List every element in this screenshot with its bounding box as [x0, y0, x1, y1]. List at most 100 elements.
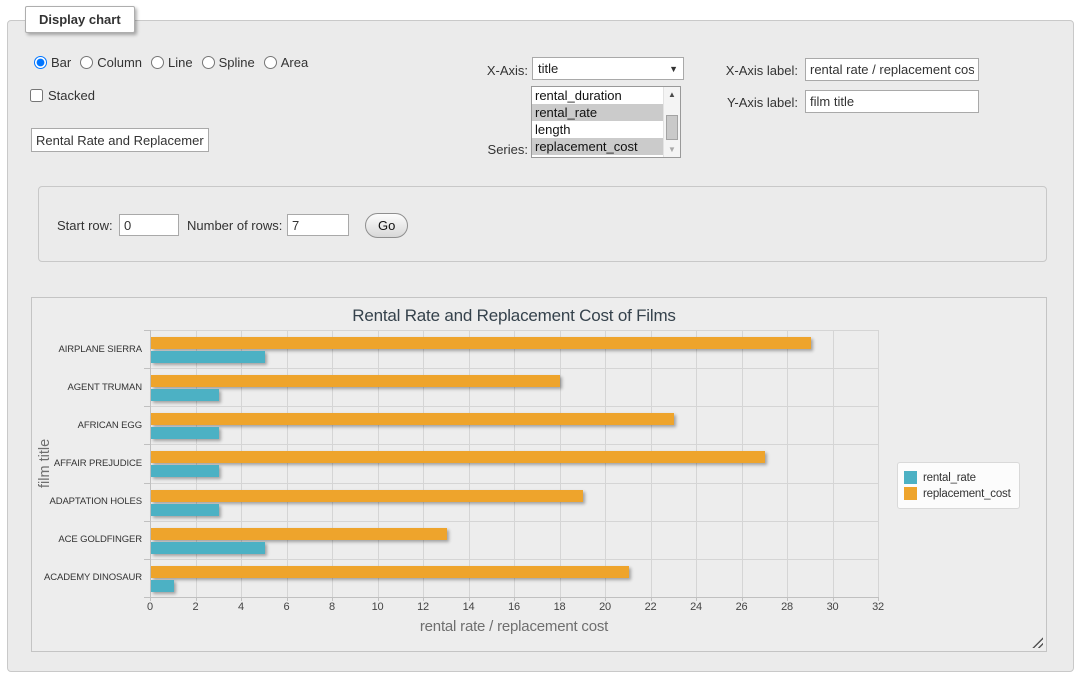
- bar-rental_rate-affair-prejudice: [151, 465, 219, 477]
- y-axis-label-label: Y-Axis label:: [638, 95, 798, 110]
- gridline-vertical: [605, 330, 606, 597]
- bar-replacement_cost-airplane-sierra: [151, 337, 811, 349]
- x-tick-label: 30: [811, 601, 855, 613]
- category-label: AGENT TRUMAN: [32, 368, 142, 406]
- chart-type-radio-bar[interactable]: [34, 56, 47, 69]
- x-tick-label: 0: [128, 601, 172, 613]
- x-tick-label: 12: [401, 601, 445, 613]
- x-tick-label: 20: [583, 601, 627, 613]
- x-tick-label: 28: [765, 601, 809, 613]
- x-axis-title: rental rate / replacement cost: [150, 618, 878, 635]
- start-row-label: Start row:: [57, 218, 113, 233]
- page: { "window": { "tab_label": "Display char…: [0, 0, 1081, 681]
- chart-type-option-line[interactable]: Line: [151, 55, 193, 70]
- gridline-horizontal: [150, 483, 878, 484]
- x-axis-label-input[interactable]: [805, 58, 979, 81]
- bar-rental_rate-ace-goldfinger: [151, 542, 265, 554]
- series-option-length[interactable]: length: [532, 121, 663, 138]
- gridline-vertical: [560, 330, 561, 597]
- chart-type-radio-area[interactable]: [264, 56, 277, 69]
- chart-type-radios: Bar Column Line Spline Area: [34, 55, 317, 70]
- gridline-horizontal: [150, 521, 878, 522]
- series-option-replacement_cost[interactable]: replacement_cost: [532, 138, 663, 155]
- bar-replacement_cost-affair-prejudice: [151, 451, 765, 463]
- bar-rental_rate-airplane-sierra: [151, 351, 265, 363]
- gridline-vertical: [241, 330, 242, 597]
- gridline-vertical: [423, 330, 424, 597]
- resize-handle-icon[interactable]: [1032, 637, 1043, 648]
- x-tick-label: 10: [356, 601, 400, 613]
- chart-type-label: Bar: [51, 55, 71, 70]
- gridline-vertical: [742, 330, 743, 597]
- bar-rental_rate-adaptation-holes: [151, 504, 219, 516]
- chart-type-option-area[interactable]: Area: [264, 55, 308, 70]
- legend-item-replacement_cost[interactable]: replacement_cost: [904, 487, 1011, 500]
- bar-replacement_cost-adaptation-holes: [151, 490, 583, 502]
- gridline-horizontal: [150, 406, 878, 407]
- gridline-vertical: [378, 330, 379, 597]
- category-label: ADAPTATION HOLES: [32, 483, 142, 521]
- x-tick-label: 6: [265, 601, 309, 613]
- x-tick-label: 8: [310, 601, 354, 613]
- gridline-vertical: [514, 330, 515, 597]
- gridline-vertical: [469, 330, 470, 597]
- gridline-horizontal: [150, 330, 878, 331]
- bar-replacement_cost-ace-goldfinger: [151, 528, 447, 540]
- chart-type-option-column[interactable]: Column: [80, 55, 142, 70]
- x-axis-select-label: X-Axis:: [368, 63, 528, 78]
- x-tick-label: 4: [219, 601, 263, 613]
- x-axis-line: [150, 597, 878, 598]
- stacked-checkbox-row[interactable]: Stacked: [30, 88, 95, 103]
- gridline-vertical: [287, 330, 288, 597]
- x-tick-label: 24: [674, 601, 718, 613]
- bar-rental_rate-african-egg: [151, 427, 219, 439]
- bar-replacement_cost-agent-truman: [151, 375, 560, 387]
- category-label: AFFAIR PREJUDICE: [32, 444, 142, 482]
- chart-type-label: Area: [281, 55, 308, 70]
- x-tick-label: 14: [447, 601, 491, 613]
- chart-type-label: Line: [168, 55, 193, 70]
- chart-container: Rental Rate and Replacement Cost of Film…: [31, 297, 1047, 652]
- x-tick-label: 26: [720, 601, 764, 613]
- legend-label: rental_rate: [923, 472, 976, 484]
- chart-type-radio-column[interactable]: [80, 56, 93, 69]
- stacked-label: Stacked: [48, 88, 95, 103]
- chart-type-option-spline[interactable]: Spline: [202, 55, 255, 70]
- category-label: ACADEMY DINOSAUR: [32, 559, 142, 597]
- stacked-checkbox[interactable]: [30, 89, 43, 102]
- gridline-vertical: [787, 330, 788, 597]
- x-tick-label: 32: [856, 601, 900, 613]
- display-chart-tab-label: Display chart: [39, 12, 121, 27]
- x-tick-label: 22: [629, 601, 673, 613]
- legend-swatch-rental_rate: [904, 471, 917, 484]
- chart-title-input[interactable]: [31, 128, 209, 152]
- legend-label: replacement_cost: [923, 488, 1011, 500]
- go-button[interactable]: Go: [365, 213, 408, 238]
- chart-type-label: Spline: [219, 55, 255, 70]
- number-of-rows-input[interactable]: [287, 214, 349, 236]
- bar-replacement_cost-african-egg: [151, 413, 674, 425]
- gridline-vertical: [196, 330, 197, 597]
- category-label: AFRICAN EGG: [32, 406, 142, 444]
- legend-swatch-replacement_cost: [904, 487, 917, 500]
- gridline-vertical: [651, 330, 652, 597]
- scroll-down-icon[interactable]: ▼: [664, 142, 680, 157]
- chart-title: Rental Rate and Replacement Cost of Film…: [150, 306, 878, 326]
- legend-item-rental_rate[interactable]: rental_rate: [904, 471, 1011, 484]
- gridline-vertical: [878, 330, 879, 597]
- gridline-vertical: [696, 330, 697, 597]
- display-chart-panel: BarColumnLineSplineArea Stacked X-Axis: …: [7, 20, 1074, 672]
- x-tick-label: 2: [174, 601, 218, 613]
- gridline-horizontal: [150, 559, 878, 560]
- start-row-input[interactable]: [119, 214, 179, 236]
- gridline-vertical: [833, 330, 834, 597]
- chart-type-radio-line[interactable]: [151, 56, 164, 69]
- chart-type-option-bar[interactable]: Bar: [34, 55, 71, 70]
- chart-legend: rental_rate replacement_cost: [897, 462, 1020, 509]
- scrollbar-thumb[interactable]: [666, 115, 678, 140]
- category-label: AIRPLANE SIERRA: [32, 330, 142, 368]
- y-axis-label-input[interactable]: [805, 90, 979, 113]
- bar-rental_rate-agent-truman: [151, 389, 219, 401]
- chart-type-radio-spline[interactable]: [202, 56, 215, 69]
- category-label: ACE GOLDFINGER: [32, 521, 142, 559]
